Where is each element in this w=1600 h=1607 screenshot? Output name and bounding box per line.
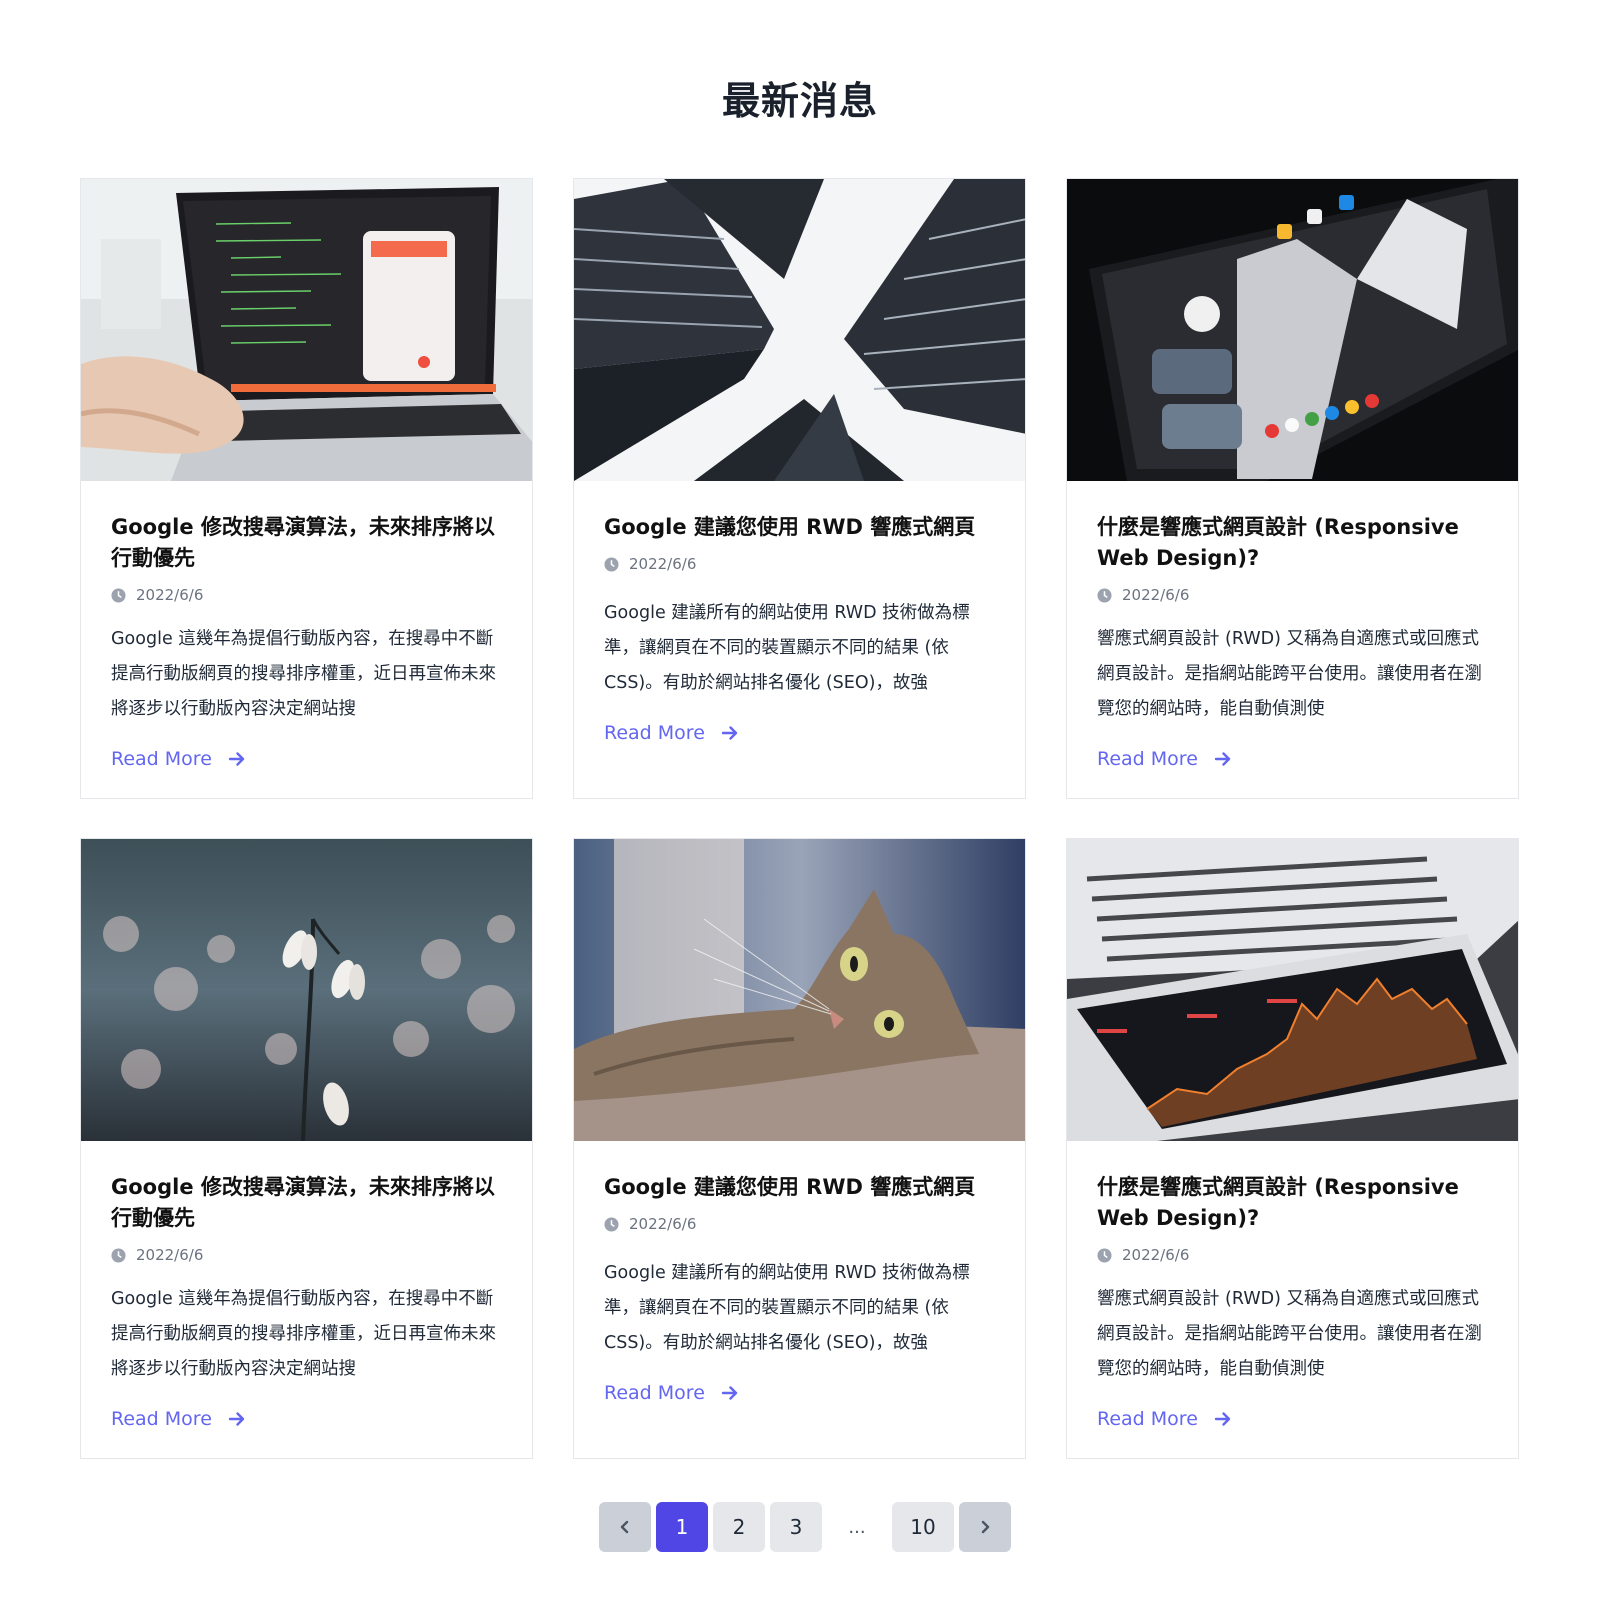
- pagination-page-10[interactable]: 10: [892, 1502, 954, 1552]
- card-excerpt: Google 這幾年為提倡行動版內容，在搜尋中不斷提高行動版網頁的搜尋排序權重，…: [111, 629, 496, 719]
- news-card[interactable]: Google 建議您使用 RWD 響應式網頁設計 2022/6/6 Google…: [573, 838, 1026, 1459]
- clock-icon: [1097, 587, 1112, 603]
- read-more-link[interactable]: Read More: [111, 748, 246, 770]
- read-more-label: Read More: [1097, 1408, 1198, 1430]
- read-more-link[interactable]: Read More: [1097, 1408, 1232, 1430]
- clock-icon: [604, 1216, 619, 1232]
- card-date: 2022/6/6: [1097, 1243, 1488, 1267]
- card-excerpt: 響應式網頁設計 (RWD) 又稱為自適應式或回應式網頁設計。是指網站能跨平台使用…: [1097, 629, 1482, 719]
- pagination: 1 2 3 ... 10: [599, 1502, 1016, 1552]
- read-more-label: Read More: [604, 722, 705, 744]
- arrow-right-icon: [721, 726, 738, 740]
- pagination-next-button[interactable]: [959, 1502, 1011, 1552]
- card-date-text: 2022/6/6: [1122, 586, 1190, 604]
- card-date-text: 2022/6/6: [136, 1246, 204, 1264]
- arrow-right-icon: [1214, 752, 1231, 766]
- pagination-page-1[interactable]: 1: [656, 1502, 708, 1552]
- chevron-right-icon: [981, 1520, 990, 1534]
- card-excerpt: Google 建議所有的網站使用 RWD 技術做為標準，讓網頁在不同的裝置顯示不…: [604, 1263, 970, 1353]
- card-date-text: 2022/6/6: [136, 586, 204, 604]
- card-date-text: 2022/6/6: [1122, 1246, 1190, 1264]
- card-date-text: 2022/6/6: [629, 555, 697, 573]
- card-excerpt: Google 這幾年為提倡行動版內容，在搜尋中不斷提高行動版網頁的搜尋排序權重，…: [111, 1289, 496, 1379]
- read-more-link[interactable]: Read More: [1097, 748, 1232, 770]
- card-image-tablet-chart[interactable]: [1067, 839, 1518, 1141]
- pagination-ellipsis: ...: [848, 1516, 866, 1538]
- news-card[interactable]: Google 建議您使用 RWD 響應式網頁設計 2022/6/6 Google…: [573, 178, 1026, 799]
- card-date: 2022/6/6: [604, 1212, 995, 1236]
- card-date: 2022/6/6: [604, 552, 995, 576]
- read-more-label: Read More: [111, 748, 212, 770]
- clock-icon: [111, 587, 126, 603]
- card-title[interactable]: Google 建議您使用 RWD 響應式網頁設計: [604, 512, 995, 543]
- news-card[interactable]: Google 修改搜尋演算法，未來排序將以行動優先 2022/6/6 Googl…: [80, 178, 533, 799]
- card-image-skyscrapers[interactable]: [574, 179, 1025, 481]
- pagination-prev-button[interactable]: [599, 1502, 651, 1552]
- section-title: 最新消息: [721, 79, 878, 123]
- read-more-link[interactable]: Read More: [604, 722, 739, 744]
- card-title[interactable]: 什麼是響應式網頁設計 (Responsive Web Design)?: [1097, 1172, 1488, 1234]
- card-image-cat[interactable]: [574, 839, 1025, 1141]
- card-date: 2022/6/6: [111, 583, 502, 607]
- news-card[interactable]: 什麼是響應式網頁設計 (Responsive Web Design)? 2022…: [1066, 178, 1519, 799]
- news-card[interactable]: 什麼是響應式網頁設計 (Responsive Web Design)? 2022…: [1066, 838, 1519, 1459]
- read-more-label: Read More: [604, 1382, 705, 1404]
- arrow-right-icon: [1214, 1412, 1231, 1426]
- arrow-right-icon: [228, 1412, 245, 1426]
- card-excerpt: Google 建議所有的網站使用 RWD 技術做為標準，讓網頁在不同的裝置顯示不…: [604, 603, 970, 693]
- clock-icon: [604, 556, 619, 572]
- read-more-label: Read More: [111, 1408, 212, 1430]
- news-card[interactable]: Google 修改搜尋演算法，未來排序將以行動優先 2022/6/6 Googl…: [80, 838, 533, 1459]
- pagination-page-3[interactable]: 3: [770, 1502, 822, 1552]
- pagination-page-2[interactable]: 2: [713, 1502, 765, 1552]
- clock-icon: [1097, 1247, 1112, 1263]
- card-image-tablet-homescreen[interactable]: [1067, 179, 1518, 481]
- card-excerpt: 響應式網頁設計 (RWD) 又稱為自適應式或回應式網頁設計。是指網站能跨平台使用…: [1097, 1289, 1482, 1379]
- card-title[interactable]: 什麼是響應式網頁設計 (Responsive Web Design)?: [1097, 512, 1488, 574]
- chevron-left-icon: [620, 1520, 629, 1534]
- card-title[interactable]: Google 修改搜尋演算法，未來排序將以行動優先: [111, 1172, 502, 1234]
- read-more-link[interactable]: Read More: [111, 1408, 246, 1430]
- card-date: 2022/6/6: [1097, 583, 1488, 607]
- read-more-label: Read More: [1097, 748, 1198, 770]
- clock-icon: [111, 1247, 126, 1263]
- read-more-link[interactable]: Read More: [604, 1382, 739, 1404]
- card-date-text: 2022/6/6: [629, 1215, 697, 1233]
- card-image-laptop-coding[interactable]: [81, 179, 532, 481]
- arrow-right-icon: [721, 1386, 738, 1400]
- card-date: 2022/6/6: [111, 1243, 502, 1267]
- card-title[interactable]: Google 建議您使用 RWD 響應式網頁設計: [604, 1172, 995, 1203]
- arrow-right-icon: [228, 752, 245, 766]
- card-image-snowdrop-flowers[interactable]: [81, 839, 532, 1141]
- card-title[interactable]: Google 修改搜尋演算法，未來排序將以行動優先: [111, 512, 502, 574]
